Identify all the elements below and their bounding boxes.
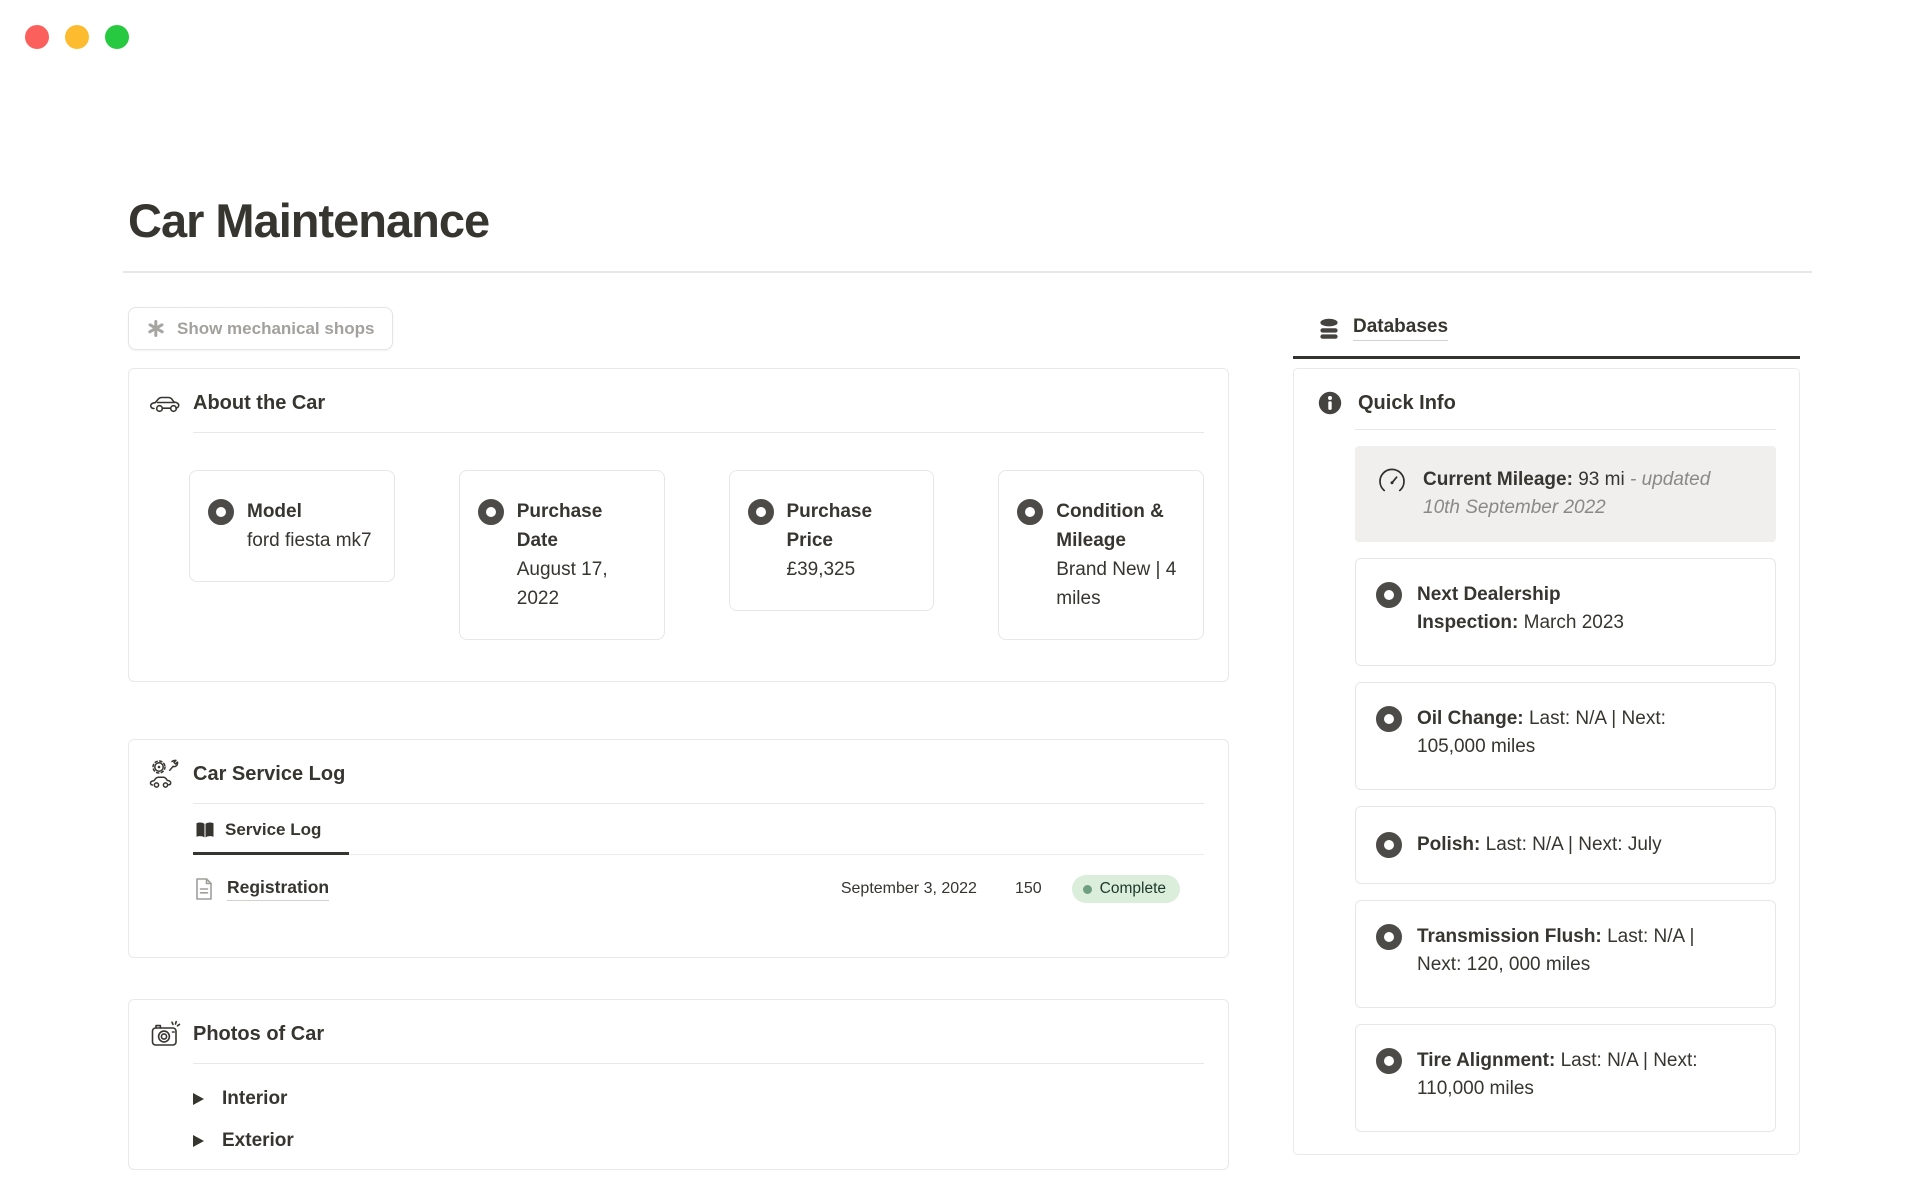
minimize-button[interactable]: [65, 25, 89, 49]
status-label: Complete: [1099, 880, 1166, 897]
about-item-label: Model: [247, 501, 302, 522]
section-title: Car Service Log: [193, 762, 346, 785]
toggle-label: Interior: [222, 1088, 288, 1109]
quick-info-item-oil-change: Oil Change: Last: N/A | Next: 105,000 mil…: [1355, 682, 1776, 790]
section-divider: [1355, 429, 1776, 430]
record-circle-icon: [1376, 924, 1402, 950]
title-divider: [123, 271, 1812, 273]
car-service-log-card: Car Service Log Service Log Registration…: [128, 739, 1229, 958]
item-value: Last: N/A | Next: July: [1485, 834, 1662, 855]
about-item-label: Purchase Price: [786, 501, 873, 551]
databases-divider: [1293, 356, 1800, 359]
about-item-purchase-date: Purchase Date August 17, 2022: [458, 470, 665, 640]
service-log-tabs: Service Log: [193, 820, 1204, 855]
item-label: Transmission Flush:: [1417, 926, 1602, 947]
photos-of-car-card: Photos of Car Interior Exterior: [128, 999, 1229, 1170]
quick-info-item-tire-alignment: Tire Alignment: Last: N/A | Next: 110,000…: [1355, 1024, 1776, 1132]
page-icon: [193, 877, 215, 901]
about-items-row: Model ford fiesta mk7 Purchase Date Augu…: [189, 470, 1204, 640]
toggle-interior[interactable]: Interior: [193, 1086, 1204, 1112]
item-value: March 2023: [1523, 612, 1624, 633]
about-the-car-card: About the Car Model ford fiesta mk7 Purc…: [128, 368, 1229, 682]
show-mechanical-shops-button[interactable]: Show mechanical shops: [128, 307, 394, 350]
about-item-purchase-price: Purchase Price £39,325: [728, 470, 935, 611]
record-circle-icon: [477, 499, 504, 525]
about-item-value: Brand New | 4 miles: [1056, 559, 1177, 609]
service-mileage-value: 150: [1014, 880, 1042, 897]
car-repair-icon: [149, 758, 183, 790]
tab-label: Service Log: [225, 820, 322, 839]
about-item-label: Condition & Mileage: [1056, 501, 1164, 551]
quick-info-card: Quick Info Current Mileage: 93 mi - update…: [1293, 368, 1800, 1155]
car-icon: [149, 391, 183, 415]
status-badge: Complete: [1071, 875, 1180, 903]
asterisk-icon: [147, 320, 164, 337]
databases-header: Databases: [1318, 316, 1449, 341]
quick-info-title: Quick Info: [1358, 391, 1456, 414]
quick-info-header: Quick Info: [1317, 389, 1776, 417]
record-circle-icon: [1017, 499, 1044, 525]
about-item-condition-mileage: Condition & Mileage Brand New | 4 miles: [998, 470, 1204, 640]
mileage-label: Current Mileage:: [1423, 469, 1573, 490]
section-title: About the Car: [193, 391, 326, 414]
tab-service-log[interactable]: Service Log: [193, 820, 350, 855]
database-icon: [1318, 318, 1340, 340]
section-header: Photos of Car: [149, 1020, 1204, 1048]
current-mileage-callout: Current Mileage: 93 mi - updated 10th Sept…: [1355, 446, 1776, 542]
show-mechanical-shops-label: Show mechanical shops: [177, 318, 375, 338]
status-dot-icon: [1082, 884, 1092, 894]
item-label: Tire Alignment:: [1417, 1050, 1556, 1071]
section-divider: [193, 803, 1204, 804]
triangle-right-icon: [193, 1093, 204, 1105]
gauge-icon: [1377, 466, 1407, 496]
record-circle-icon: [1376, 1048, 1402, 1074]
zoom-button[interactable]: [105, 25, 129, 49]
info-icon: [1317, 390, 1343, 416]
section-header: Car Service Log: [149, 758, 1204, 790]
page-title: Car Maintenance: [128, 194, 490, 247]
section-title: Photos of Car: [193, 1022, 325, 1045]
triangle-right-icon: [193, 1135, 204, 1147]
mileage-value: 93 mi: [1578, 469, 1625, 490]
table-row: Registration September 3, 2022 150 Compl…: [193, 875, 1180, 903]
quick-info-item-inspection: Next Dealership Inspection: March 2023: [1355, 558, 1776, 666]
databases-link[interactable]: Databases: [1353, 316, 1449, 341]
about-item-value: £39,325: [786, 559, 856, 580]
about-item-value: ford fiesta mk7: [247, 530, 372, 551]
camera-icon: [149, 1020, 183, 1048]
item-label: Oil Change:: [1417, 708, 1524, 729]
about-item-label: Purchase Date: [516, 501, 603, 551]
about-item-model: Model ford fiesta mk7: [189, 470, 395, 582]
close-button[interactable]: [25, 25, 49, 49]
record-circle-icon: [1376, 582, 1402, 608]
record-circle-icon: [747, 499, 774, 525]
quick-info-item-transmission-flush: Transmission Flush: Last: N/A | Next: 120…: [1355, 900, 1776, 1008]
registration-page-link[interactable]: Registration: [227, 877, 330, 901]
about-item-value: August 17, 2022: [516, 559, 608, 609]
toggle-label: Exterior: [222, 1130, 294, 1151]
section-divider: [193, 432, 1204, 433]
toggle-exterior[interactable]: Exterior: [193, 1128, 1204, 1154]
service-date: September 3, 2022: [840, 880, 977, 897]
record-circle-icon: [1376, 706, 1402, 732]
item-label: Polish:: [1417, 834, 1481, 855]
record-circle-icon: [1376, 832, 1402, 858]
window-controls: [25, 25, 129, 49]
book-icon: [195, 821, 215, 840]
section-divider: [193, 1063, 1204, 1064]
section-header: About the Car: [149, 389, 1204, 417]
quick-info-item-polish: Polish: Last: N/A | Next: July: [1355, 806, 1776, 884]
record-circle-icon: [208, 499, 234, 525]
